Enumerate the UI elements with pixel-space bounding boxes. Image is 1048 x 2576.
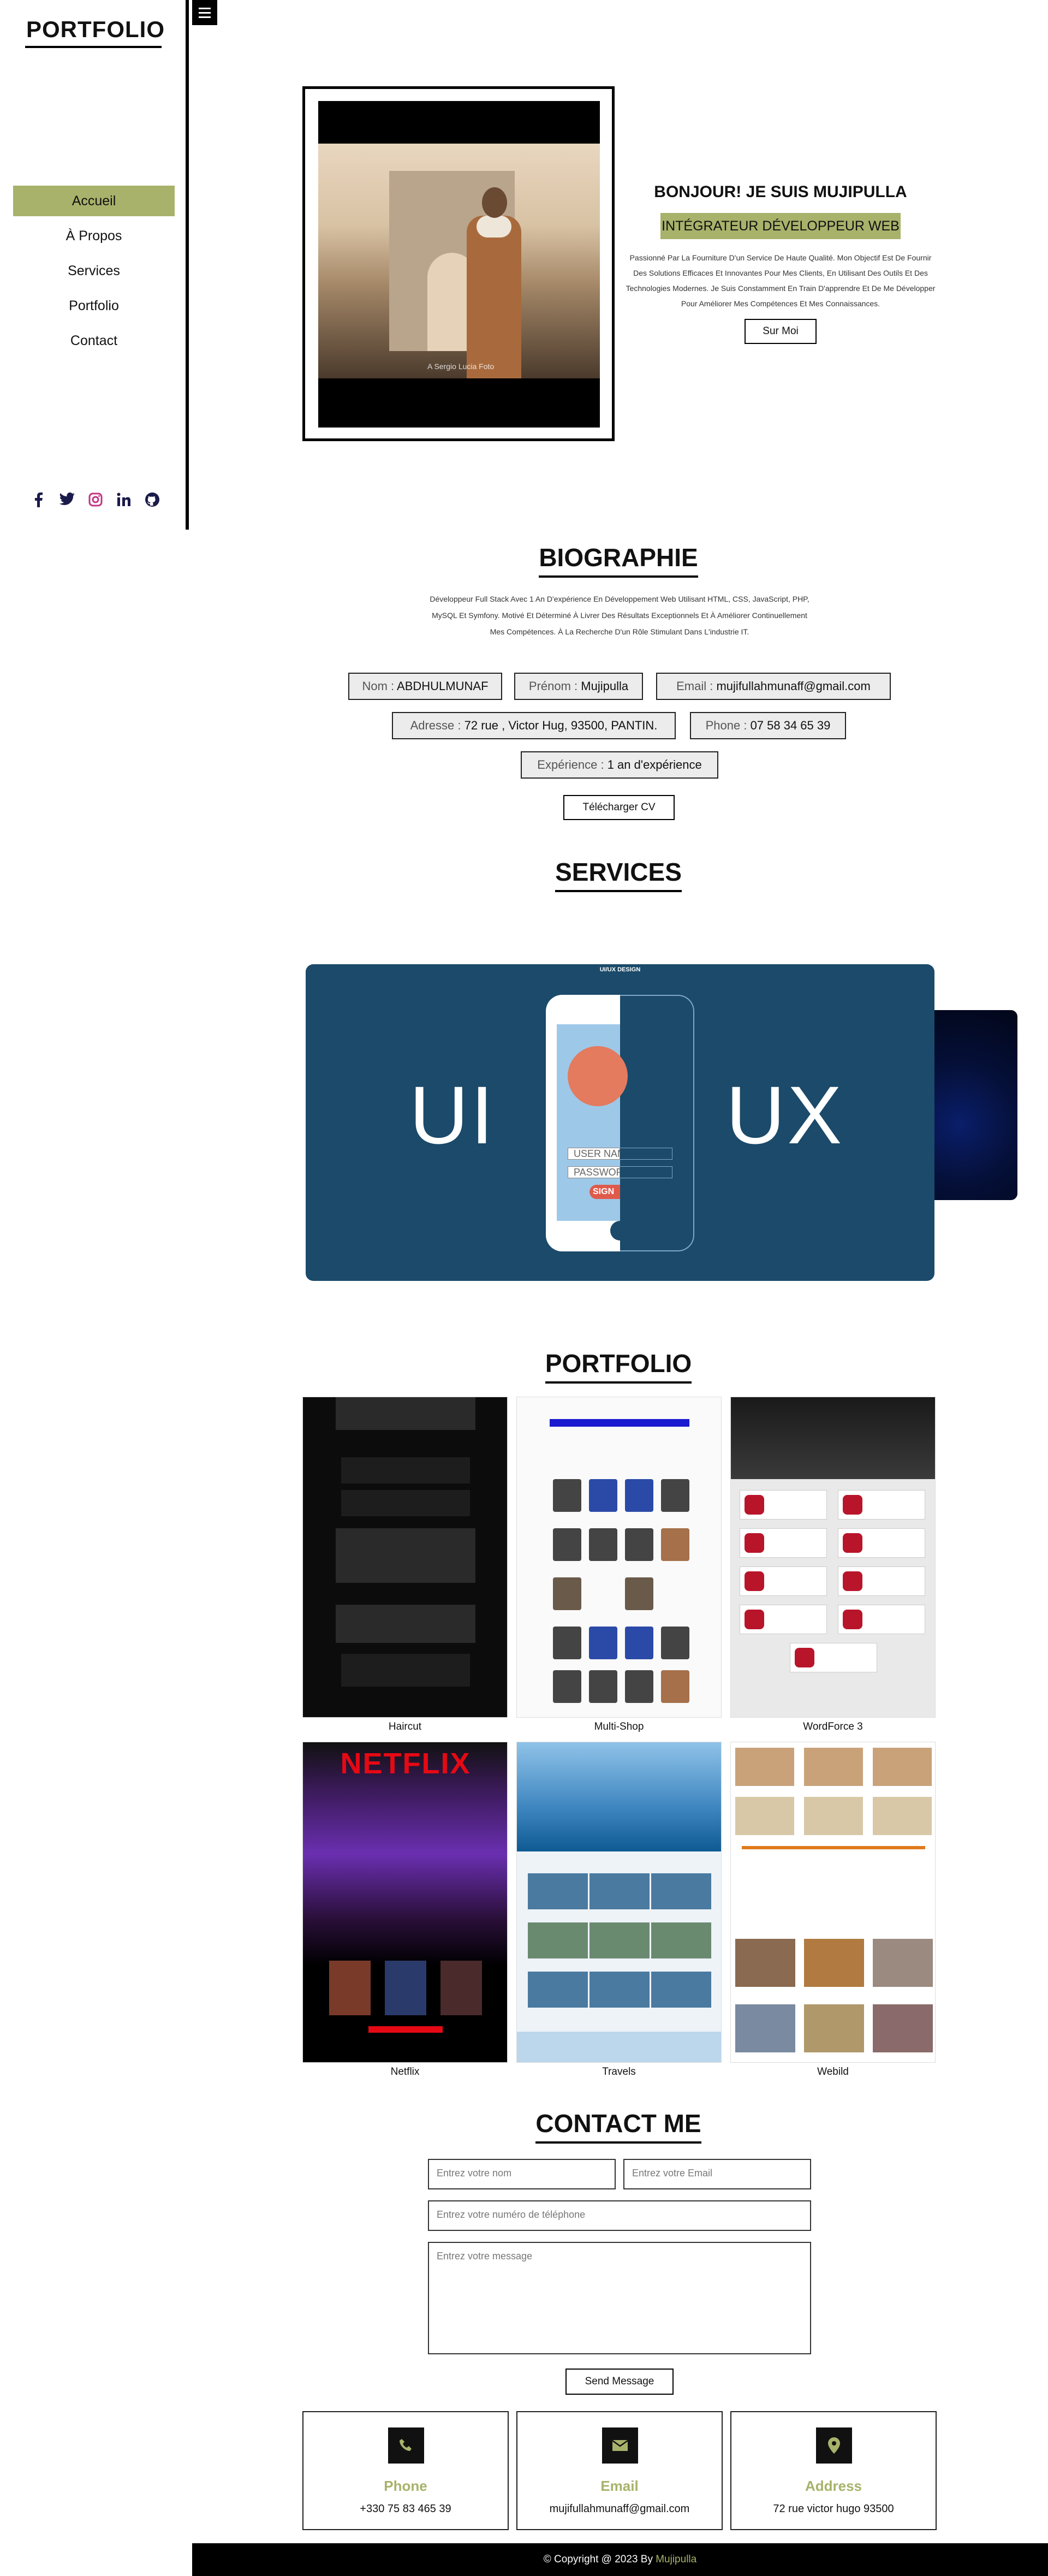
portfolio-item-wordforce[interactable]: WordForce 3 (730, 1397, 936, 1733)
services-slide[interactable]: UI/UX DESIGN UI UX USER NAME PASSWORD SI… (306, 964, 934, 1281)
footer: © Copyright @ 2023 By Mujipulla (192, 2543, 1048, 2576)
hero-photo-frame: A Sergio Lucia Foto (302, 86, 615, 441)
portfolio-label: Multi-Shop (594, 1721, 644, 1732)
hero-intro: Passionné Par La Fourniture D'un Service… (626, 253, 936, 308)
github-icon[interactable] (144, 491, 160, 508)
wordforce-thumbnail[interactable] (730, 1397, 936, 1718)
portfolio-label: WordForce 3 (803, 1721, 863, 1732)
portfolio-item-netflix[interactable]: NETFLIX Netflix (302, 1742, 508, 2078)
contact-card-email: Email mujifullahmunaff@gmail.com (516, 2411, 723, 2530)
nav-item-portfolio[interactable]: Portfolio (13, 290, 175, 321)
slide-title: UI/UX DESIGN (599, 966, 641, 973)
portfolio-item-haircut[interactable]: Haircut (302, 1397, 508, 1733)
phone-illustration-ux (620, 995, 694, 1251)
biography-text: Développeur Full Stack Avec 1 An D'expér… (430, 595, 809, 636)
about-me-button[interactable]: Sur Moi (745, 319, 817, 344)
message-textarea[interactable]: Entrez votre message (428, 2242, 811, 2354)
contact-card-phone: Phone +330 75 83 465 39 (302, 2411, 509, 2530)
hero-role-badge: INTÉGRATEUR DÉVELOPPEUR WEB (660, 213, 901, 239)
person-figure (455, 187, 531, 378)
info-experience: Expérience : 1 an d'expérience (521, 751, 718, 779)
password-field-illustration: PASSWORD (568, 1166, 620, 1178)
twitter-icon[interactable] (59, 491, 75, 508)
nav-item-accueil[interactable]: Accueil (13, 186, 175, 216)
portfolio-title: PORTFOLIO (189, 1349, 1048, 1384)
contact-card-value[interactable]: +330 75 83 465 39 (303, 2503, 508, 2515)
ux-word: UX (726, 1069, 844, 1161)
contact-card-title: Address (805, 2478, 862, 2494)
contact-card-value: 72 rue victor hugo 93500 (773, 2503, 894, 2515)
username-field-wireframe (620, 1148, 672, 1160)
portfolio-label: Haircut (388, 1721, 422, 1732)
portfolio-label: Netflix (390, 2066, 420, 2078)
portfolio-item-travels[interactable]: Travels (516, 1742, 722, 2078)
ui-word: UI (409, 1069, 496, 1161)
haircut-thumbnail[interactable] (302, 1397, 508, 1718)
webild-thumbnail[interactable] (730, 1742, 936, 2063)
password-field-wireframe (620, 1166, 672, 1178)
instagram-icon[interactable] (87, 491, 104, 508)
contact-title: CONTACT ME (189, 2109, 1048, 2144)
sidebar: PORTFOLIO Accueil À Propos Services Port… (0, 0, 189, 530)
brand-underline (25, 46, 162, 48)
hero-photo: A Sergio Lucia Foto (318, 144, 600, 378)
portfolio-item-multi-shop[interactable]: Multi-Shop (516, 1397, 722, 1733)
social-links (31, 491, 160, 508)
phone-home-button (610, 1221, 630, 1240)
next-service-slide[interactable] (934, 1010, 1017, 1200)
email-input[interactable]: Entrez votre Email (623, 2159, 811, 2189)
menu-toggle-icon[interactable] (192, 0, 217, 25)
contact-card-address: Address 72 rue victor hugo 93500 (730, 2411, 937, 2530)
services-title: SERVICES (189, 857, 1048, 892)
username-field-illustration: USER NAME (568, 1148, 620, 1160)
map-pin-icon (816, 2427, 852, 2464)
travels-thumbnail[interactable] (516, 1742, 722, 2063)
send-message-button[interactable]: Send Message (565, 2369, 674, 2395)
avatar-illustration (568, 1046, 628, 1106)
photo-caption: A Sergio Lucia Foto (427, 362, 495, 371)
contact-card-title: Phone (384, 2478, 427, 2494)
netflix-thumbnail[interactable]: NETFLIX (302, 1742, 508, 2063)
info-adresse: Adresse : 72 rue , Victor Hug, 93500, PA… (392, 712, 676, 739)
facebook-icon[interactable] (31, 491, 47, 508)
brand-logo[interactable]: PORTFOLIO (26, 16, 165, 43)
nav-item-a-propos[interactable]: À Propos (13, 221, 175, 251)
linkedin-icon[interactable] (116, 491, 132, 508)
sign-in-illustration: SIGN (590, 1185, 620, 1199)
name-input[interactable]: Entrez votre nom (428, 2159, 616, 2189)
contact-card-title: Email (600, 2478, 639, 2494)
envelope-icon (602, 2427, 638, 2464)
info-nom: Nom : ABDHULMUNAF (348, 673, 502, 700)
portfolio-label: Travels (602, 2066, 636, 2078)
info-email: Email : mujifullahmunaff@gmail.com (656, 673, 891, 700)
author-link[interactable]: Mujipulla (656, 2554, 696, 2565)
download-cv-button[interactable]: Télécharger CV (563, 795, 675, 820)
copyright-text: © Copyright @ 2023 By (543, 2554, 656, 2565)
info-phone: Phone : 07 58 34 65 39 (690, 712, 846, 739)
hero-greeting: BONJOUR! JE SUIS MUJIPULLA (654, 183, 907, 201)
phone-icon (388, 2427, 424, 2464)
netflix-logo: NETFLIX (340, 1747, 471, 1780)
nav-item-contact[interactable]: Contact (13, 325, 175, 356)
phone-input[interactable]: Entrez votre numéro de téléphone (428, 2200, 811, 2231)
sidebar-nav: Accueil À Propos Services Portfolio Cont… (13, 186, 175, 360)
contact-card-value[interactable]: mujifullahmunaff@gmail.com (517, 2503, 722, 2515)
nav-item-services[interactable]: Services (13, 256, 175, 286)
info-prenom: Prénom : Mujipulla (514, 673, 643, 700)
multi-shop-thumbnail[interactable] (516, 1397, 722, 1718)
biography-title: BIOGRAPHIE (189, 543, 1048, 578)
portfolio-label: Webild (817, 2066, 849, 2078)
portfolio-item-webild[interactable]: Webild (730, 1742, 936, 2078)
